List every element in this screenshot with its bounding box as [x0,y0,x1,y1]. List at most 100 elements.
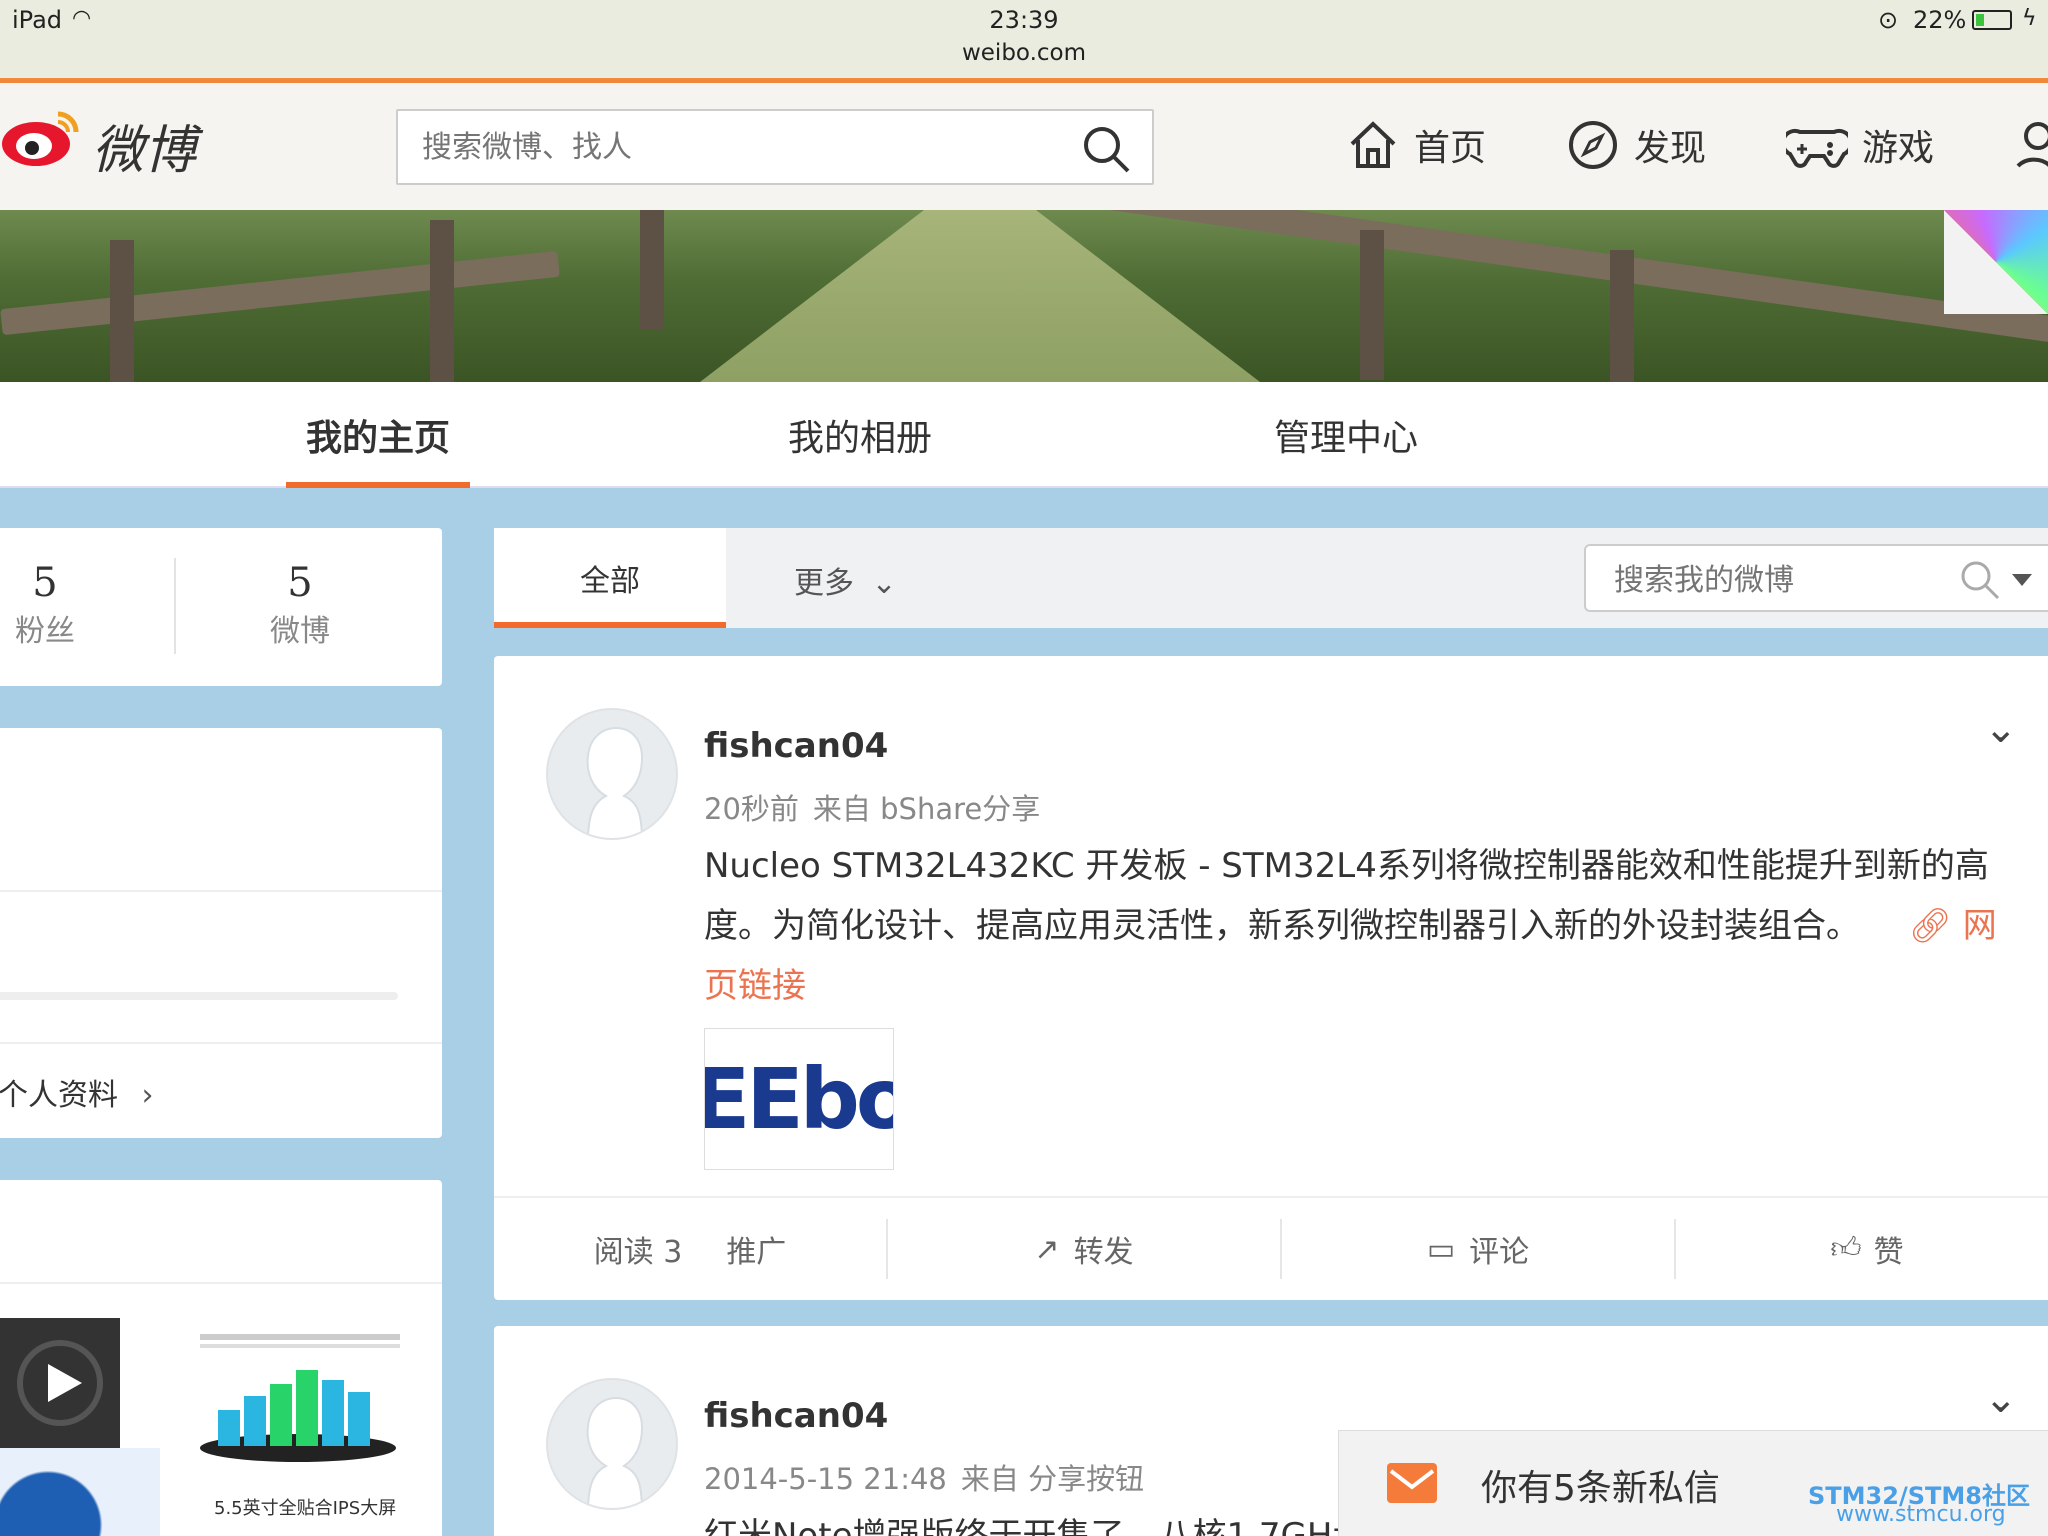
profile-tabs: 我的主页 我的相册 管理中心 [0,382,2048,488]
ios-status-bar: iPad ◠ 23:39 weibo.com ⊙ 22% ϟ [0,0,2048,82]
chevron-right-icon: › [141,1078,154,1113]
compass-icon [1569,121,1617,169]
post-username[interactable]: fishcan04 [704,726,888,766]
default-avatar-icon [586,726,644,838]
site-header: 微博 首页 发现 游戏 [0,83,2048,210]
phone-promo-image[interactable] [190,1300,410,1500]
fans-label: 粉丝 [15,614,75,649]
fans-stat[interactable]: 5 粉丝 [0,560,100,650]
level-progress-bar [0,992,398,1000]
tab-my-album[interactable]: 我的相册 [768,382,952,488]
my-weibo-search-box[interactable] [1584,544,2048,612]
post-meta: 2014-5-15 21:48 来自 分享按钮 [704,1456,1158,1498]
cover-fence-post [1610,250,1634,382]
promote-button[interactable]: 推广 [726,1227,786,1271]
battery-percent: 22% [1913,6,1967,34]
promo-image[interactable] [0,1448,160,1536]
post-meta: 20秒前 来自 bShare分享 [704,786,1054,828]
bar-graphic-icon [200,1334,400,1462]
tab-management-center[interactable]: 管理中心 [1254,382,1438,488]
post-text: Nucleo STM32L432KC 开发板 - STM32L4系列将微控制器能… [704,836,2004,1016]
read-promote-group: 阅读 3 推广 [494,1219,886,1279]
post-source[interactable]: 来自 bShare分享 [813,792,1040,826]
user-avatar[interactable] [546,1378,678,1510]
rotation-lock-icon: ⊙ [1878,6,1899,34]
post-menu-chevron-icon[interactable]: ⌄ [1984,1376,2018,1422]
play-icon[interactable] [0,1318,120,1448]
nav-user[interactable] [2010,115,2048,175]
clock: 23:39 [989,6,1059,34]
cover-fence [0,250,560,336]
user-icon [2016,122,2048,168]
my-weibo-search-input[interactable] [1614,558,1934,602]
caret-down-icon[interactable] [2010,570,2034,590]
post-menu-chevron-icon[interactable]: ⌄ [1984,706,2018,752]
global-search-box[interactable] [396,109,1154,185]
cover-path [700,210,1260,382]
cover-fence-post [640,210,664,330]
charging-icon: ϟ [2022,6,2037,31]
thumb-logo-text: EEbo [705,1050,893,1148]
tab-my-home[interactable]: 我的主页 [286,382,470,488]
filter-all-tab[interactable]: 全部 [494,528,726,628]
comment-button[interactable]: ▭ 评论 [1280,1219,1674,1279]
promo-caption: 5.5英寸全贴合IPS大屏 [214,1498,397,1519]
like-label: 赞 [1873,1235,1904,1270]
feed-post: fishcan04 20秒前 来自 bShare分享 ⌄ Nucleo STM32… [494,656,2048,1300]
comment-icon: ▭ [1426,1231,1456,1267]
weibo-count: 5 [287,560,313,606]
chevron-down-icon: ⌄ [871,566,897,601]
read-count: 阅读 3 [593,1235,683,1270]
cover-fence-post [1360,230,1384,380]
filter-more-label: 更多 [794,566,854,601]
post-username[interactable]: fishcan04 [704,1396,888,1436]
like-button[interactable]: 👍︎ 赞 [1674,1219,2048,1279]
url-bar[interactable]: weibo.com [0,40,2048,66]
share-icon: ↗ [1034,1231,1060,1267]
nav-discover-label: 发现 [1634,128,1707,169]
profile-link[interactable]: 个人资料 › [0,1070,154,1114]
fans-count: 5 [32,560,58,606]
comment-label: 评论 [1469,1235,1530,1270]
active-tab-indicator [286,482,470,488]
user-avatar[interactable] [546,708,678,840]
post-body: Nucleo STM32L432KC 开发板 - STM32L4系列将微控制器能… [704,846,1989,946]
weibo-stat[interactable]: 5 微博 [240,560,360,650]
search-icon[interactable] [1958,558,2002,602]
weibo-label: 微博 [270,614,330,649]
nav-discover[interactable]: 发现 [1566,115,1706,175]
profile-cover-banner [0,210,2048,382]
post-source[interactable]: 来自 分享按钮 [961,1462,1144,1496]
global-search-input[interactable] [422,123,1062,171]
video-thumbnail[interactable] [0,1318,120,1448]
cover-fence-post [430,220,454,382]
gamepad-icon [1786,128,1848,168]
weibo-logo-icon[interactable] [0,108,80,168]
filter-more-dropdown[interactable]: 更多 ⌄ [794,558,897,602]
new-messages-text: 你有5条新私信 [1481,1468,1720,1509]
repost-label: 转发 [1073,1235,1134,1270]
nav-home-label: 首页 [1414,128,1487,169]
repost-button[interactable]: ↗ 转发 [886,1219,1280,1279]
post-action-bar: 阅读 3 推广 ↗ 转发 ▭ 评论 👍︎ 赞 [494,1196,2048,1300]
profile-info-card: 个人资料 › [0,728,442,1138]
nav-game-label: 游戏 [1862,128,1935,169]
divider [0,1042,442,1044]
post-image-thumbnail[interactable]: EEbo [704,1028,894,1170]
post-time[interactable]: 20秒前 [704,792,799,826]
default-avatar-icon [586,1396,644,1508]
promo-card: 5.5英寸全贴合IPS大屏 [0,1180,442,1536]
filter-active-indicator [494,622,726,628]
nav-game[interactable]: 游戏 [1786,115,1934,175]
search-icon[interactable] [1080,123,1132,175]
link-icon: 🔗︎ [1908,906,1952,946]
post-time[interactable]: 2014-5-15 21:48 [704,1462,947,1496]
divider [0,890,442,892]
cover-fence [1102,210,2048,343]
weibo-logo-text[interactable]: 微博 [92,108,196,183]
profile-link-label: 个人资料 [0,1078,118,1113]
battery-icon [1972,10,2012,30]
home-icon [1350,121,1396,168]
nav-home[interactable]: 首页 [1346,115,1486,175]
envelope-icon [1387,1463,1437,1503]
